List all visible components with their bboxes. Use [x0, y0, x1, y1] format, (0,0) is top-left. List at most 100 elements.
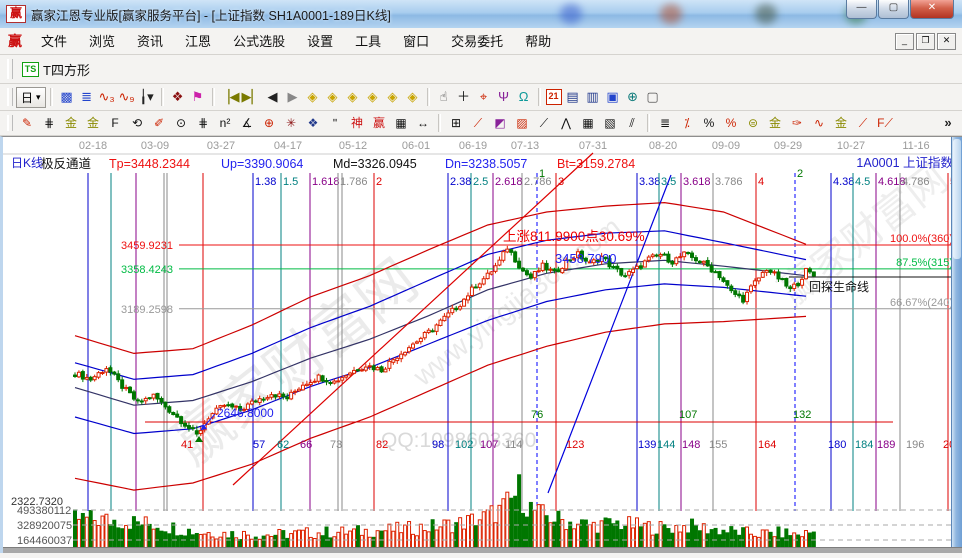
menu-item-8[interactable]: 交易委托 [440, 31, 514, 52]
kline-chart[interactable]: 赢家财富网www.yingjia360.com赢家财富网QQ:109860336… [3, 137, 962, 558]
maximize-button[interactable]: ▢ [878, 0, 909, 19]
multi-line-icon[interactable]: ⫽ [622, 115, 642, 132]
gold-average-icon[interactable]: 金 [831, 115, 851, 132]
circle-cross-icon[interactable]: ⊕ [259, 115, 279, 132]
brush-tool-icon[interactable]: ✎ [17, 115, 37, 132]
calculator-icon[interactable]: ▤ [564, 88, 582, 106]
box-fan-icon[interactable]: ◩ [490, 115, 510, 132]
gold-circle-icon[interactable]: ⊜ [743, 115, 763, 132]
svg-text:3.618: 3.618 [683, 176, 711, 188]
ladder-icon[interactable]: ≣ [655, 115, 675, 132]
title-bar[interactable]: 赢 赢家江恩专业版[赢家服务平台] - [上证指数 SH1A0001-189日K… [0, 0, 962, 28]
save-icon[interactable]: ▣ [604, 88, 622, 106]
toolbar-separator [161, 88, 164, 106]
gann-figure-icon[interactable]: Ψ [495, 88, 513, 106]
flag-chart-icon[interactable]: ⚑ [189, 88, 207, 106]
grid-123-icon[interactable]: ▦ [391, 115, 411, 132]
close-button[interactable]: ✕ [910, 0, 954, 19]
gann-brush-icon[interactable]: ❖ [169, 88, 187, 106]
percent-icon[interactable]: % [699, 115, 719, 132]
menu-item-7[interactable]: 窗口 [392, 31, 440, 52]
workstation-icon[interactable]: ▢ [644, 88, 662, 106]
t-square-button[interactable]: TST四方形 [16, 58, 104, 81]
menu-item-3[interactable]: 江恩 [174, 31, 222, 52]
notepad-icon[interactable]: ▥ [584, 88, 602, 106]
f-angle-icon[interactable]: F⟋ [875, 115, 895, 132]
diamond-left-icon[interactable]: ◈ [304, 88, 322, 106]
toolbar-grip[interactable] [7, 115, 13, 132]
menu-item-1[interactable]: 浏览 [78, 31, 126, 52]
grid-tool-icon[interactable]: ▦ [578, 115, 598, 132]
width-tool-icon[interactable]: ↔ [413, 115, 433, 132]
box-tool-icon[interactable]: ⊞ [446, 115, 466, 132]
web-export-icon[interactable]: ⊕ [624, 88, 642, 106]
grid-arrow-icon[interactable]: ▧ [600, 115, 620, 132]
vertical-scrollbar[interactable] [951, 137, 962, 548]
calendar-21-icon[interactable]: 21 [546, 89, 562, 105]
wave9-icon[interactable]: ∿₉ [118, 88, 136, 106]
gold-ratio-icon[interactable]: 金 [61, 115, 81, 132]
time-ruler-icon[interactable]: ⋕ [193, 115, 213, 132]
gann-web-icon[interactable]: ❖ [303, 115, 323, 132]
diamond-cross-icon[interactable]: ◈ [364, 88, 382, 106]
j-angle-icon[interactable]: ⟋ [853, 115, 873, 132]
mdi-minimize-button[interactable]: _ [895, 33, 914, 50]
diamond-horizontal-icon[interactable]: ◈ [344, 88, 362, 106]
fan-lines-icon[interactable]: ⟋ [468, 115, 488, 132]
percent-red-icon[interactable]: % [721, 115, 741, 132]
ruler-tool-icon[interactable]: ⋕ [39, 115, 59, 132]
candle-style-icon[interactable]: ╽▾ [138, 88, 156, 106]
svg-text:3.786: 3.786 [715, 176, 743, 188]
svg-text:06-01: 06-01 [402, 140, 430, 152]
ink-pen-icon[interactable]: ✑ [787, 115, 807, 132]
angle-tool-icon[interactable]: ∡ [237, 115, 257, 132]
quote-mark-icon[interactable]: ʺ [325, 115, 345, 132]
starburst-icon[interactable]: ✳ [281, 115, 301, 132]
n-square-icon[interactable]: n² [215, 115, 235, 132]
map-view-icon[interactable]: ▩ [58, 88, 76, 106]
next-icon[interactable]: ▶ [284, 88, 302, 106]
diamond-expand-icon[interactable]: ◈ [384, 88, 402, 106]
first-bar-icon[interactable]: ▕◀ [220, 88, 240, 106]
wave3-icon[interactable]: ∿₃ [98, 88, 116, 106]
shen-tool-icon[interactable]: 神 [347, 115, 367, 132]
mdi-close-button[interactable]: ✕ [937, 33, 956, 50]
toolbar-grip[interactable] [7, 88, 13, 106]
more-tools-button[interactable]: » [939, 114, 957, 132]
brain-icon[interactable]: Ω [515, 88, 533, 106]
menu-item-6[interactable]: 工具 [344, 31, 392, 52]
ying-tool-icon[interactable]: 赢 [369, 115, 389, 132]
menu-item-0[interactable]: 文件 [30, 31, 78, 52]
period-select[interactable]: 日▾ [16, 87, 46, 108]
menu-item-2[interactable]: 资讯 [126, 31, 174, 52]
menu-item-9[interactable]: 帮助 [514, 31, 562, 52]
mdi-restore-button[interactable]: ❐ [916, 33, 935, 50]
gold-section-icon[interactable]: 金 [83, 115, 103, 132]
info-note-icon[interactable]: ≣ [78, 88, 96, 106]
trend-pen-icon[interactable]: ⟋ [534, 115, 554, 132]
horizontal-scrollbar[interactable] [3, 547, 962, 553]
date-axis: 02-1803-0903-2704-1705-1206-0106-1907-13… [3, 140, 955, 154]
scrollbar-thumb[interactable] [953, 139, 961, 259]
minimize-button[interactable]: — [846, 0, 877, 19]
diamond-all-icon[interactable]: ◈ [404, 88, 422, 106]
hand-icon[interactable]: ☝ [435, 88, 453, 106]
wave-band-icon[interactable]: ∿ [809, 115, 829, 132]
prev-icon[interactable]: ◀ [264, 88, 282, 106]
pen-ruler-icon[interactable]: ✐ [149, 115, 169, 132]
crosshair-icon[interactable]: ＋ [455, 88, 473, 106]
spiral-tool-icon[interactable]: ⟲ [127, 115, 147, 132]
fibonacci-ruler-icon[interactable]: F [105, 115, 125, 132]
menu-item-4[interactable]: 公式选股 [222, 31, 296, 52]
cycle-clock-icon[interactable]: ⊙ [171, 115, 191, 132]
box-lines-icon[interactable]: ▨ [512, 115, 532, 132]
diamond-right-icon[interactable]: ◈ [324, 88, 342, 106]
svg-text:2.5: 2.5 [473, 176, 488, 188]
menu-item-5[interactable]: 设置 [296, 31, 344, 52]
percent-line-icon[interactable]: ⁒ [677, 115, 697, 132]
pin-line-icon[interactable]: ⌖ [475, 88, 493, 106]
toolbar-grip[interactable] [7, 59, 13, 79]
zigzag-icon[interactable]: ⋀ [556, 115, 576, 132]
gold-levels-icon[interactable]: 金 [765, 115, 785, 132]
last-bar-icon[interactable]: ▶▏ [242, 88, 262, 106]
